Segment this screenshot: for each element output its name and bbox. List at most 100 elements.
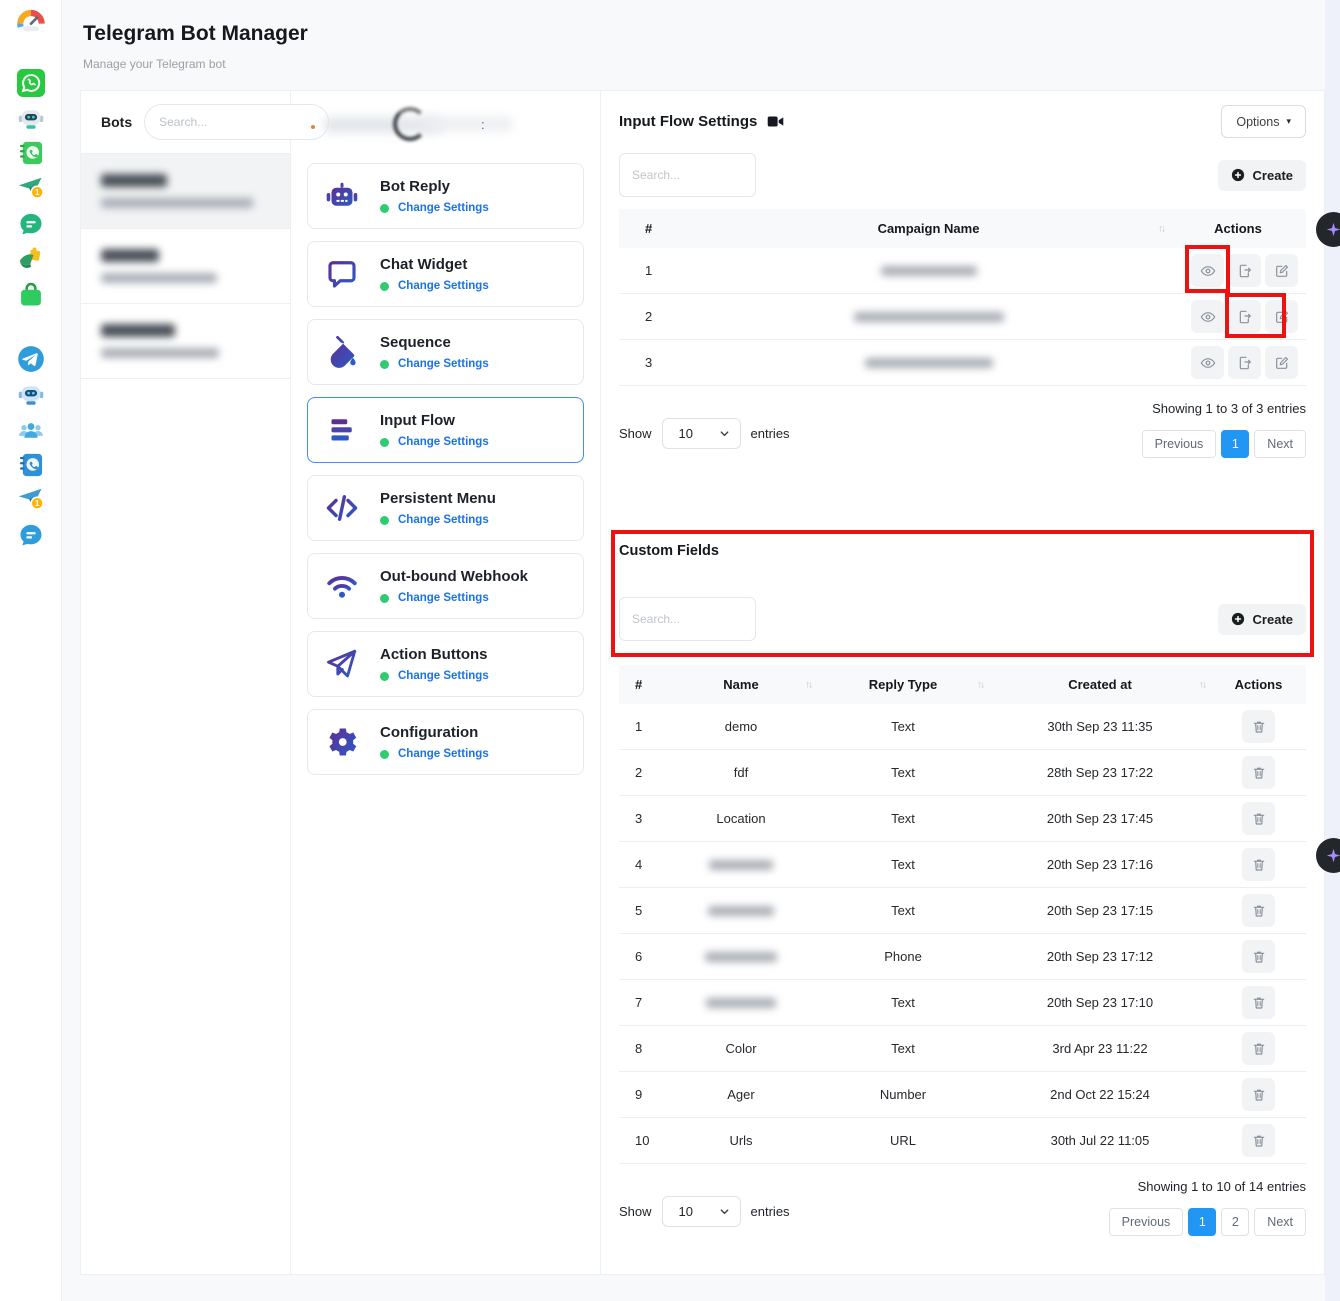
change-settings-link[interactable]: Change Settings xyxy=(398,514,489,526)
previous-page-button[interactable]: Previous xyxy=(1142,430,1217,458)
sparkle-icon xyxy=(1324,846,1340,865)
delete-button[interactable] xyxy=(1242,802,1275,835)
field-name: demo xyxy=(665,719,817,734)
delete-button[interactable] xyxy=(1242,710,1275,743)
previous-page-button[interactable]: Previous xyxy=(1109,1208,1184,1236)
created-at: 20th Sep 23 17:12 xyxy=(989,949,1211,964)
video-camera-icon[interactable] xyxy=(767,114,784,129)
shop-icon[interactable] xyxy=(17,281,45,309)
bot-blue-icon[interactable] xyxy=(17,380,45,408)
redacted-bot-username xyxy=(101,273,217,283)
card-action-buttons[interactable]: Action Buttons Change Settings xyxy=(307,631,584,697)
status-dot xyxy=(380,204,389,213)
view-button[interactable] xyxy=(1191,254,1224,287)
team-icon[interactable] xyxy=(17,417,45,445)
change-settings-link[interactable]: Change Settings xyxy=(398,202,489,214)
file-export-icon xyxy=(1237,263,1253,279)
flow-search-input[interactable] xyxy=(619,153,756,197)
page-1-button[interactable]: 1 xyxy=(1221,430,1249,458)
table-row: 3 xyxy=(619,340,1306,386)
trash-icon xyxy=(1251,903,1267,919)
col-header-name[interactable]: Name↑↓ xyxy=(665,677,817,692)
sender-blue-icon[interactable]: 1 xyxy=(17,485,45,513)
custom-fields-create-button[interactable]: Create xyxy=(1218,604,1306,635)
edit-button[interactable] xyxy=(1265,346,1298,379)
export-button[interactable] xyxy=(1228,254,1261,287)
card-configuration[interactable]: Configuration Change Settings xyxy=(307,709,584,775)
redacted-campaign-name xyxy=(854,312,1004,322)
integration-icon[interactable] xyxy=(17,245,45,273)
chat-blue-icon[interactable] xyxy=(17,522,45,550)
sort-icon: ↑↓ xyxy=(805,679,811,690)
col-header-num[interactable]: # xyxy=(619,221,687,236)
delete-button[interactable] xyxy=(1242,894,1275,927)
bot-list-item[interactable] xyxy=(81,304,290,379)
custom-fields-search-input[interactable] xyxy=(619,597,756,641)
whatsapp-icon[interactable] xyxy=(17,69,45,97)
change-settings-link[interactable]: Change Settings xyxy=(398,592,489,604)
view-button[interactable] xyxy=(1191,300,1224,333)
col-header-reply-type[interactable]: Reply Type↑↓ xyxy=(817,677,989,692)
created-at: 30th Sep 23 11:35 xyxy=(989,719,1211,734)
edit-button[interactable] xyxy=(1265,300,1298,333)
sparkle-icon xyxy=(1324,220,1340,239)
card-title: Out-bound Webhook xyxy=(380,568,528,585)
col-header-actions: Actions xyxy=(1211,677,1306,692)
sender-green-icon[interactable]: 1 xyxy=(17,174,45,202)
delete-button[interactable] xyxy=(1242,1124,1275,1157)
scrollbar[interactable] xyxy=(1325,0,1340,1301)
export-button[interactable] xyxy=(1228,300,1261,333)
card-persistent-menu[interactable]: Persistent Menu Change Settings xyxy=(307,475,584,541)
change-settings-link[interactable]: Change Settings xyxy=(398,280,489,292)
col-header-campaign[interactable]: Campaign Name↑↓ xyxy=(687,221,1170,236)
delete-button[interactable] xyxy=(1242,1032,1275,1065)
page-1-button[interactable]: 1 xyxy=(1188,1208,1216,1236)
bot-list-item[interactable] xyxy=(81,154,290,229)
change-settings-link[interactable]: Change Settings xyxy=(398,748,489,760)
delete-button[interactable] xyxy=(1242,848,1275,881)
trash-icon xyxy=(1251,765,1267,781)
change-settings-link[interactable]: Change Settings xyxy=(398,358,489,370)
col-header-num[interactable]: # xyxy=(619,677,665,692)
reply-type: Text xyxy=(817,1041,989,1056)
sort-icon: ↑↓ xyxy=(1158,223,1164,234)
bot-list-item[interactable] xyxy=(81,229,290,304)
view-button[interactable] xyxy=(1191,346,1224,379)
page-size-select[interactable]: 10 xyxy=(662,1196,741,1227)
options-button[interactable]: Options ▾ xyxy=(1221,105,1306,138)
col-header-created-at[interactable]: Created at↑↓ xyxy=(989,677,1211,692)
telegram-icon[interactable] xyxy=(17,345,45,373)
card-outbound-webhook[interactable]: Out-bound Webhook Change Settings xyxy=(307,553,584,619)
contacts-green-icon[interactable] xyxy=(17,139,45,167)
page-2-button[interactable]: 2 xyxy=(1221,1208,1249,1236)
table-row: 6 Phone 20th Sep 23 17:12 xyxy=(619,934,1306,980)
sort-icon: ↑↓ xyxy=(1199,679,1205,690)
dashboard-icon[interactable] xyxy=(15,5,47,37)
card-bot-reply[interactable]: Bot Reply Change Settings xyxy=(307,163,584,229)
next-page-button[interactable]: Next xyxy=(1254,1208,1306,1236)
card-title: Persistent Menu xyxy=(380,490,496,507)
redacted-field-name xyxy=(705,952,777,962)
delete-button[interactable] xyxy=(1242,756,1275,789)
chat-green-icon[interactable] xyxy=(17,211,45,239)
flow-create-button[interactable]: Create xyxy=(1218,160,1306,191)
bot-gray-icon[interactable] xyxy=(17,104,45,132)
delete-button[interactable] xyxy=(1242,1078,1275,1111)
delete-button[interactable] xyxy=(1242,986,1275,1019)
table-row: 1 demo Text 30th Sep 23 11:35 xyxy=(619,704,1306,750)
page-size-select[interactable]: 10 xyxy=(662,418,741,449)
custom-fields-title: Custom Fields xyxy=(619,543,1306,559)
table-row: 5 Text 20th Sep 23 17:15 xyxy=(619,888,1306,934)
entries-summary: Showing 1 to 10 of 14 entries xyxy=(1109,1179,1306,1194)
change-settings-link[interactable]: Change Settings xyxy=(398,670,489,682)
card-input-flow[interactable]: Input Flow Change Settings xyxy=(307,397,584,463)
next-page-button[interactable]: Next xyxy=(1254,430,1306,458)
export-button[interactable] xyxy=(1228,346,1261,379)
delete-button[interactable] xyxy=(1242,940,1275,973)
contacts-blue-icon[interactable] xyxy=(17,451,45,479)
created-at: 20th Sep 23 17:10 xyxy=(989,995,1211,1010)
change-settings-link[interactable]: Change Settings xyxy=(398,436,489,448)
card-sequence[interactable]: Sequence Change Settings xyxy=(307,319,584,385)
edit-button[interactable] xyxy=(1265,254,1298,287)
card-chat-widget[interactable]: Chat Widget Change Settings xyxy=(307,241,584,307)
